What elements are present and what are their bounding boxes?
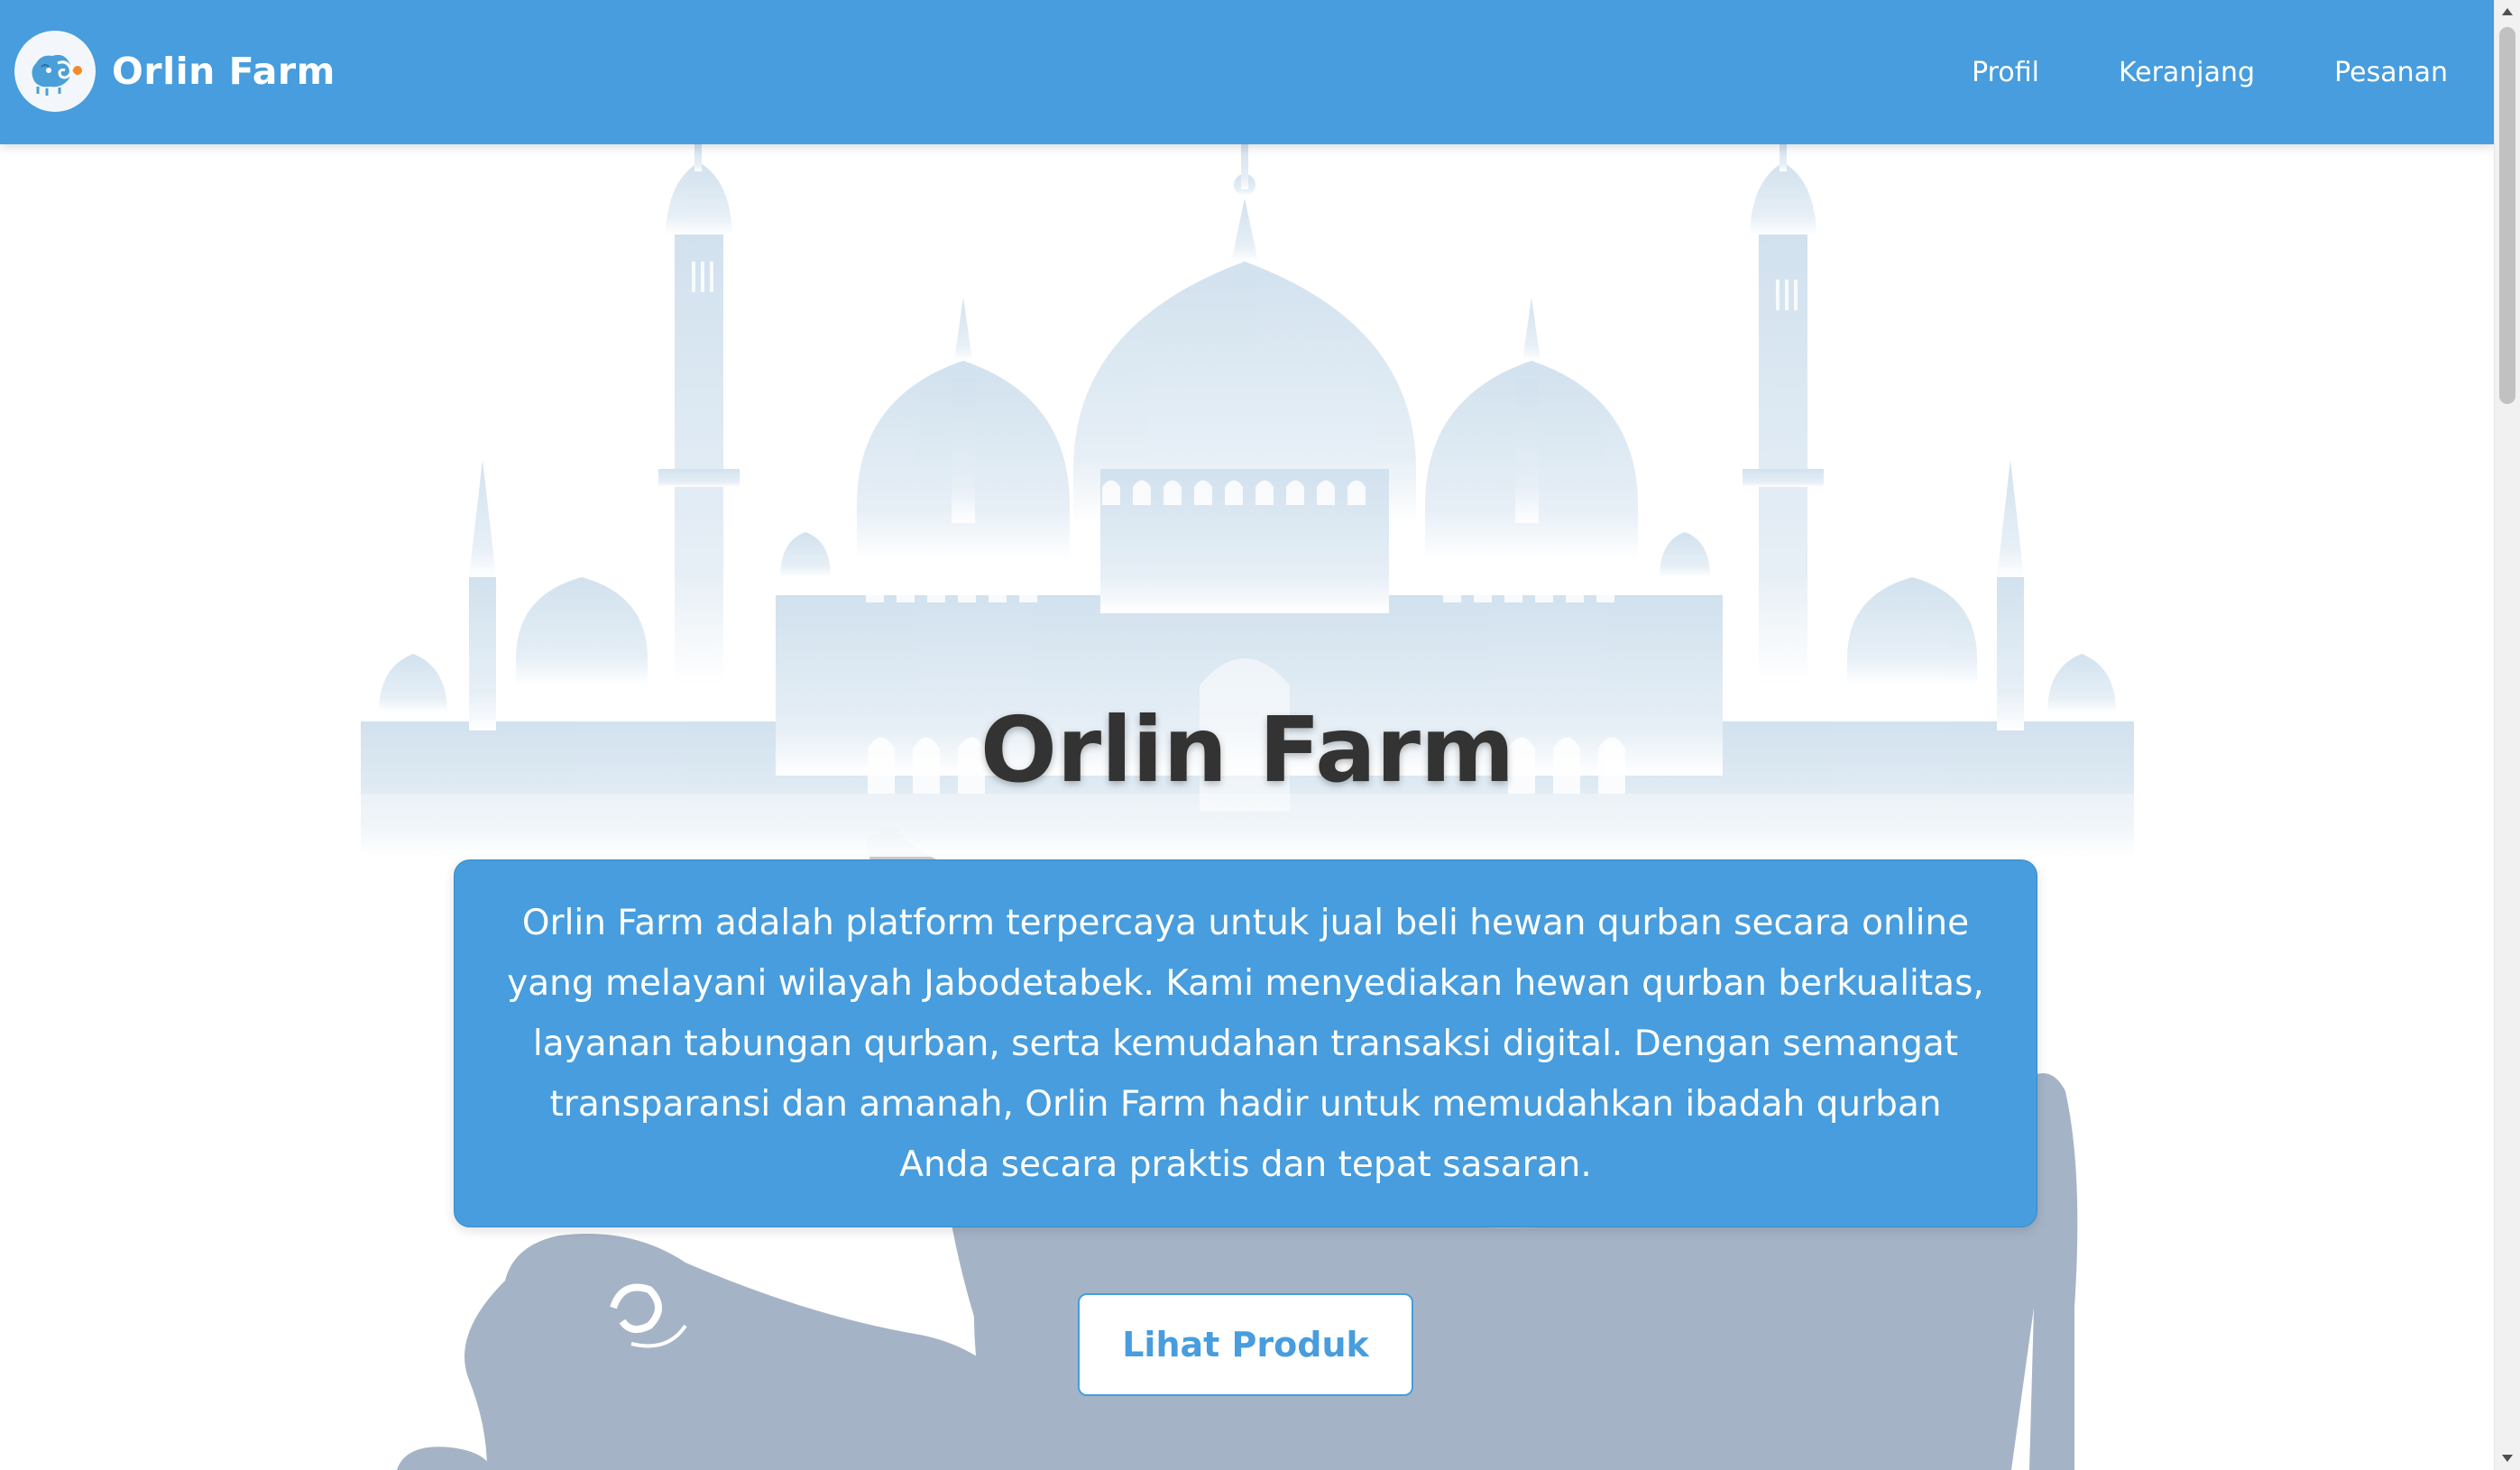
scroll-down-icon[interactable] xyxy=(2495,1447,2520,1470)
nav-links: Profil Keranjang Pesanan xyxy=(1892,0,2448,144)
hero-background-illustration xyxy=(0,144,2495,1470)
sheep-logo-icon xyxy=(14,31,96,112)
scroll-up-icon[interactable] xyxy=(2495,0,2520,23)
nav-link-pesanan[interactable]: Pesanan xyxy=(2334,57,2448,88)
sheep-silhouette xyxy=(397,1447,492,1470)
description-card: Orlin Farm adalah platform terpercaya un… xyxy=(454,859,2037,1227)
brand-link[interactable]: Orlin Farm xyxy=(14,30,336,113)
hero-description: Orlin Farm adalah platform terpercaya un… xyxy=(507,902,1984,1185)
brand-name: Orlin Farm xyxy=(112,50,336,93)
scrollbar-thumb[interactable] xyxy=(2499,27,2515,404)
view-products-button[interactable]: Lihat Produk xyxy=(1078,1293,1413,1396)
scrollbar[interactable] xyxy=(2494,0,2520,1470)
page: Orlin Farm Profil Keranjang Pesanan Orli… xyxy=(0,0,2520,1470)
navbar: Orlin Farm Profil Keranjang Pesanan xyxy=(0,0,2495,144)
hero-section: Orlin Farm Orlin Farm adalah platform te… xyxy=(0,144,2495,1470)
nav-link-keranjang[interactable]: Keranjang xyxy=(2119,57,2255,88)
nav-link-profil[interactable]: Profil xyxy=(1972,57,2039,88)
hero-title: Orlin Farm xyxy=(979,697,1515,803)
